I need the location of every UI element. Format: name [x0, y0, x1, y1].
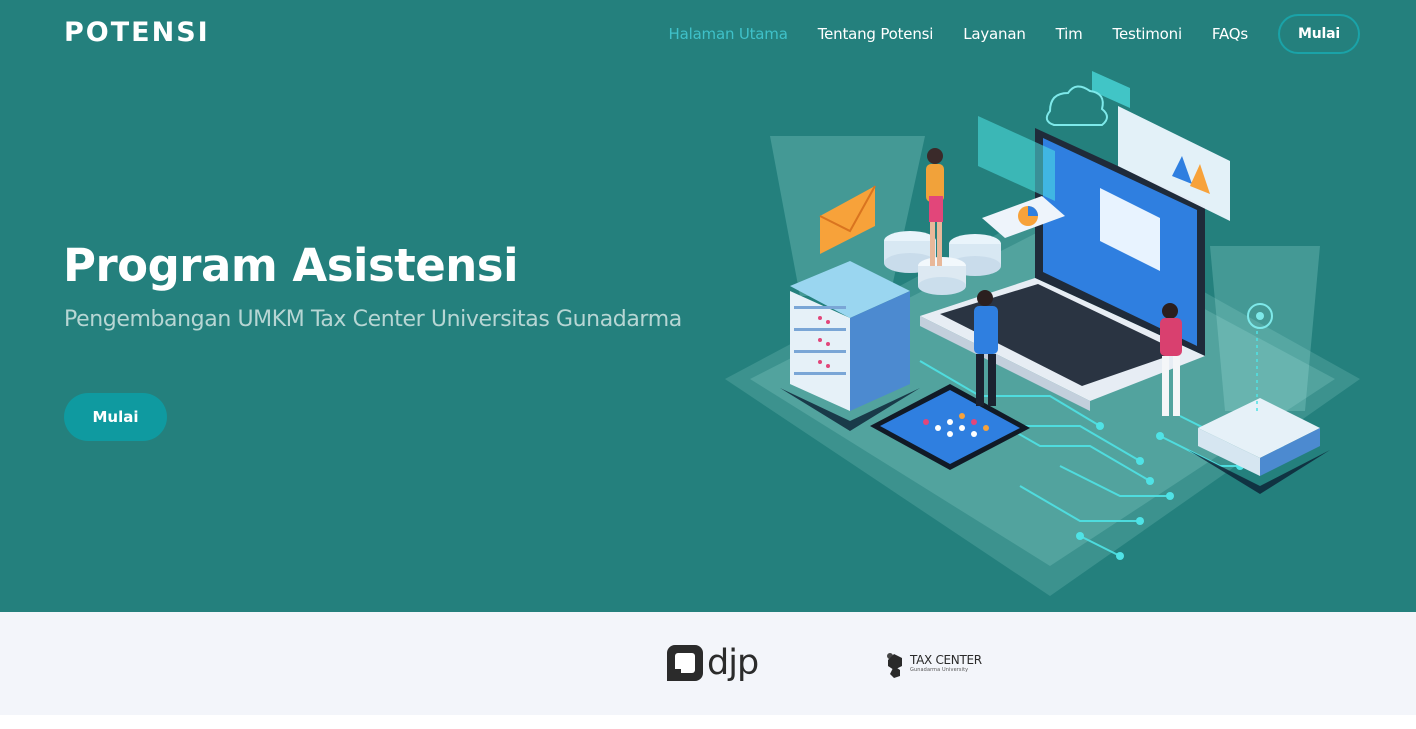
nav-item-layanan[interactable]: Layanan — [963, 14, 1026, 54]
hero-section: POTENSI Halaman Utama Tentang Potensi La… — [0, 0, 1416, 612]
tax-center-logo-text: TAX CENTER — [910, 653, 982, 667]
nav-item-tentang-potensi[interactable]: Tentang Potensi — [818, 14, 934, 54]
main-nav: Halaman Utama Tentang Potensi Layanan Ti… — [639, 14, 1360, 54]
nav-item-halaman-utama[interactable]: Halaman Utama — [669, 14, 788, 54]
djp-logo-text: djp — [707, 643, 759, 683]
hero-subtitle: Pengembangan UMKM Tax Center Universitas… — [64, 307, 682, 332]
djp-logo-mark — [666, 644, 704, 682]
hero-mulai-button[interactable]: Mulai — [64, 393, 167, 441]
nav-item-testimoni[interactable]: Testimoni — [1113, 14, 1183, 54]
nav-mulai-button[interactable]: Mulai — [1278, 14, 1360, 54]
hero-title: Program Asistensi — [63, 239, 519, 292]
tax-center-logo-subtext: Gunadarma University — [910, 667, 969, 673]
djp-logo: djp — [666, 642, 759, 684]
tax-center-logo-mark — [887, 653, 902, 678]
nav-item-faqs[interactable]: FAQs — [1212, 14, 1248, 54]
tax-center-logo: TAX CENTER Gunadarma University — [886, 648, 982, 680]
site-header: POTENSI Halaman Utama Tentang Potensi La… — [0, 0, 1416, 70]
hero-illustration — [725, 71, 1360, 596]
site-logo[interactable]: POTENSI — [64, 16, 210, 50]
nav-item-tim[interactable]: Tim — [1056, 14, 1083, 54]
